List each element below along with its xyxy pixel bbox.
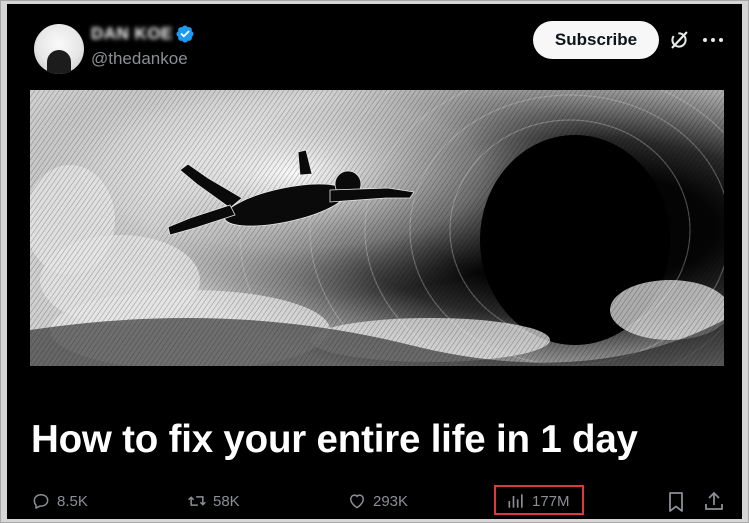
avatar[interactable] <box>34 24 84 74</box>
reply-button[interactable]: 8.5K <box>31 488 88 514</box>
repost-button[interactable]: 58K <box>187 488 240 514</box>
post-card: DAN KOE @thedankoe Subscribe How to fix … <box>7 4 742 519</box>
article-cover-image[interactable] <box>30 90 724 366</box>
verified-badge-icon <box>176 25 194 43</box>
author-handle[interactable]: @thedankoe <box>91 49 188 69</box>
article-headline[interactable]: How to fix your entire life in 1 day <box>31 418 638 462</box>
bookmark-icon[interactable] <box>666 491 686 513</box>
reply-count: 8.5K <box>57 492 88 510</box>
grok-icon[interactable] <box>668 29 690 51</box>
analytics-icon <box>508 494 523 508</box>
views-button[interactable]: 177M <box>506 488 570 514</box>
subscribe-button[interactable]: Subscribe <box>533 21 659 59</box>
heart-icon <box>350 494 364 509</box>
view-count: 177M <box>532 492 570 510</box>
reply-icon <box>33 494 49 509</box>
avatar-figure <box>47 50 71 74</box>
author-name[interactable]: DAN KOE <box>91 24 173 44</box>
repost-icon <box>188 496 206 506</box>
more-options-icon[interactable] <box>701 30 725 50</box>
like-count: 293K <box>373 492 409 510</box>
like-button[interactable]: 293K <box>347 488 408 514</box>
repost-count: 58K <box>213 492 240 510</box>
share-icon[interactable] <box>703 490 725 512</box>
